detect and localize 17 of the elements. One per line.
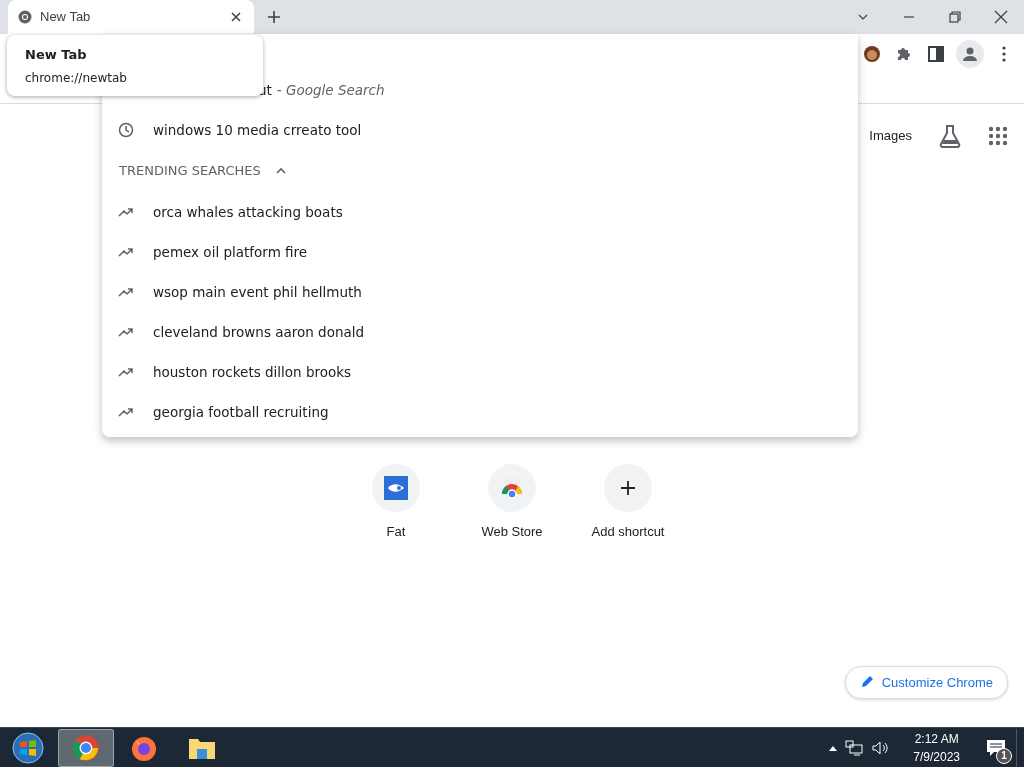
customize-chrome-button[interactable]: Customize Chrome xyxy=(844,665,1008,699)
clock-date[interactable]: 7/9/2023 xyxy=(913,747,960,766)
clock-time[interactable]: 2:12 AM xyxy=(913,729,960,748)
images-link[interactable]: Images xyxy=(869,126,912,146)
suggestion-item[interactable]: cleveland browns aaron donald xyxy=(102,312,858,352)
suggestion-item[interactable]: houston rockets dillon brooks xyxy=(102,352,858,392)
shortcut-label: Fat xyxy=(385,523,407,541)
shortcut-label: Web Store xyxy=(480,523,544,541)
notifications-button[interactable]: 1 xyxy=(976,728,1016,767)
tab[interactable]: New Tab xyxy=(8,0,254,34)
section-heading: TRENDING SEARCHES xyxy=(119,162,261,181)
suggestion-item[interactable]: georgia football recruiting xyxy=(102,392,858,432)
suggestion-item[interactable]: pemex oil platform fire xyxy=(102,232,858,272)
suggestion-item[interactable]: windows 10 media crreato tool xyxy=(102,110,858,150)
shortcut-label: Add shortcut xyxy=(590,523,666,541)
suggestion-item[interactable]: orca whales attacking boats xyxy=(102,192,858,232)
suggestion-item[interactable]: wsop main event phil hellmuth xyxy=(102,272,858,312)
